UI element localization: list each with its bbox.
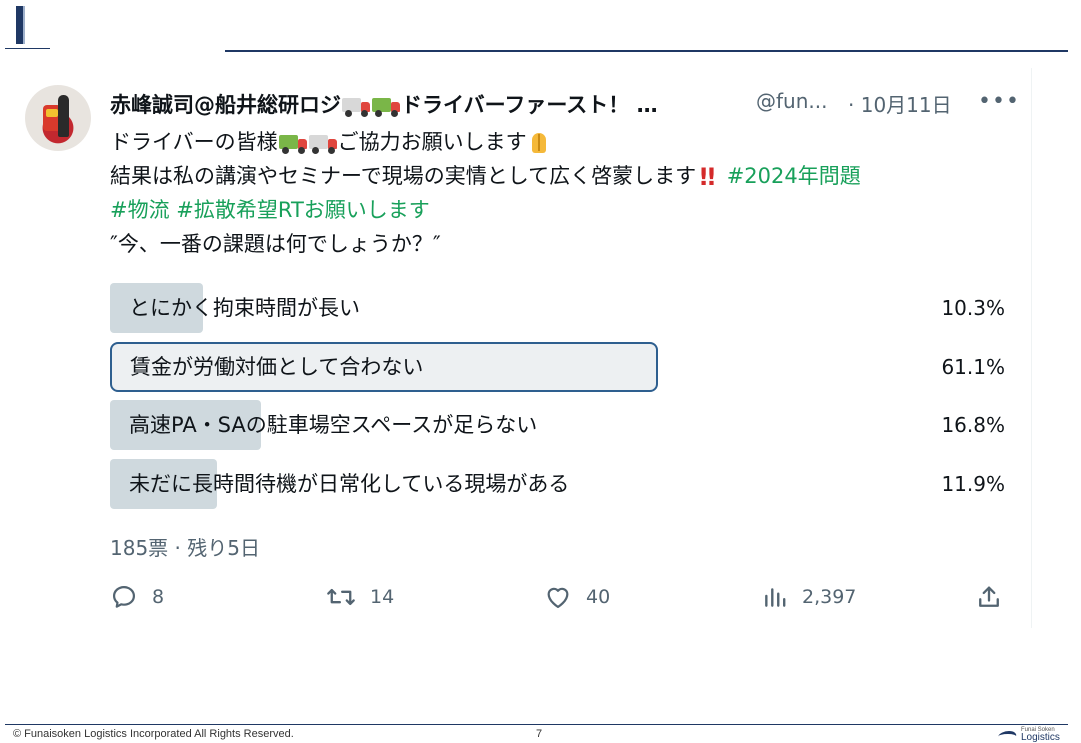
- card-border: [1031, 68, 1032, 628]
- footer-rule: [5, 724, 1068, 725]
- like-button[interactable]: 40: [544, 580, 610, 614]
- heart-icon: [544, 583, 572, 611]
- share-icon: [975, 583, 1003, 611]
- avatar-figure-person: [58, 95, 69, 137]
- poll-option-label: とにかく拘束時間が長い: [129, 296, 360, 320]
- delivery-truck-icon: [342, 95, 370, 117]
- page-number: 7: [536, 728, 543, 740]
- poll-option-label: 高速PA・SAの駐車場空スペースが足らない: [129, 413, 538, 437]
- double-exclamation-icon: !!: [698, 163, 717, 191]
- tweet-text-segment: ご協力お願いします: [337, 130, 527, 154]
- share-button[interactable]: [975, 580, 1003, 614]
- header-accent-bar: [16, 6, 25, 44]
- poll-option-winner[interactable]: 賃金が労働対価として合わない 61.1%: [110, 342, 1005, 392]
- poll-option-percent: 61.1%: [941, 355, 1005, 379]
- user-handle[interactable]: @fun...: [756, 89, 827, 113]
- avatar[interactable]: [25, 85, 91, 151]
- tweet-line-1: ドライバーの皆様 ご協力お願いします: [110, 125, 1010, 159]
- footer-copyright: © Funaisoken Logistics Incorporated All …: [13, 728, 294, 740]
- retweet-icon: [326, 583, 356, 611]
- folded-hands-icon: [527, 131, 551, 155]
- tweet-line-2: 結果は私の講演やセミナーで現場の実情として広く啓蒙します!! #2024年問題: [110, 159, 1010, 193]
- hashtag-link[interactable]: #拡散希望RTお願いします: [176, 198, 430, 222]
- retweet-count: 14: [370, 586, 395, 608]
- header-rule-left: [5, 48, 50, 49]
- tweet-actions: 8 14 40 2,397: [110, 580, 1010, 614]
- display-name[interactable]: 赤峰誠司@船井総研ロジ ドライバーファースト！ …: [110, 89, 658, 119]
- tweet-text-segment: 結果は私の講演やセミナーで現場の実情として広く啓蒙します: [110, 164, 697, 188]
- display-name-text-2: ドライバーファースト！ …: [401, 93, 658, 117]
- logo-text-bottom: Logistics: [1021, 732, 1060, 743]
- poll-option-percent: 10.3%: [941, 296, 1005, 320]
- poll-meta: 185票 · 残り5日: [110, 536, 260, 560]
- display-name-text: 赤峰誠司@船井総研ロジ: [110, 93, 341, 117]
- reply-button[interactable]: 8: [110, 580, 164, 614]
- avatar-figure-label: [46, 109, 58, 117]
- like-count: 40: [586, 586, 611, 608]
- tweet-line-4: ″今、一番の課題は何でしょうか？″: [110, 232, 441, 256]
- poll-option[interactable]: 高速PA・SAの駐車場空スペースが足らない 16.8%: [110, 400, 1005, 450]
- hashtag-link[interactable]: #物流: [110, 198, 170, 222]
- tweet-text-segment: ドライバーの皆様: [110, 130, 278, 154]
- logo-mark-icon: [998, 729, 1018, 741]
- tweet-line-3: #物流 #拡散希望RTお願いします: [110, 193, 1010, 227]
- logo-text: Funai Soken Logistics: [1021, 727, 1060, 743]
- poll-option-label: 未だに長時間待機が日常化している現場がある: [129, 472, 570, 496]
- delivery-truck-icon: [308, 132, 337, 154]
- company-logo: Funai Soken Logistics: [998, 727, 1060, 743]
- poll-option[interactable]: 未だに長時間待機が日常化している現場がある 11.9%: [110, 459, 1005, 509]
- tweet-date[interactable]: · 10月11日: [848, 89, 952, 118]
- poll-option-percent: 11.9%: [941, 472, 1005, 496]
- bar-chart-icon: [762, 583, 788, 611]
- articulated-truck-icon: [278, 132, 307, 154]
- views-count: 2,397: [802, 586, 857, 608]
- tweet-header: 赤峰誠司@船井総研ロジ ドライバーファースト！ … @fun... · 10月11…: [110, 89, 1019, 119]
- more-options-icon[interactable]: •••: [978, 89, 1020, 114]
- poll-option-percent: 16.8%: [941, 413, 1005, 437]
- reply-count: 8: [152, 586, 165, 608]
- articulated-truck-icon: [372, 95, 400, 117]
- tweet-card: 赤峰誠司@船井総研ロジ ドライバーファースト！ … @fun... · 10月11…: [0, 68, 1081, 628]
- hashtag-link[interactable]: #2024年問題: [727, 164, 861, 188]
- poll-option-label: 賃金が労働対価として合わない: [130, 355, 424, 379]
- retweet-button[interactable]: 14: [326, 580, 394, 614]
- views-button[interactable]: 2,397: [762, 580, 856, 614]
- header-rule-right: [225, 50, 1068, 52]
- poll-option[interactable]: とにかく拘束時間が長い 10.3%: [110, 283, 1005, 333]
- reply-icon: [110, 583, 138, 611]
- tweet-body: ドライバーの皆様 ご協力お願いします 結果は私の講演やセミナーで現場の実情として広…: [110, 125, 1010, 261]
